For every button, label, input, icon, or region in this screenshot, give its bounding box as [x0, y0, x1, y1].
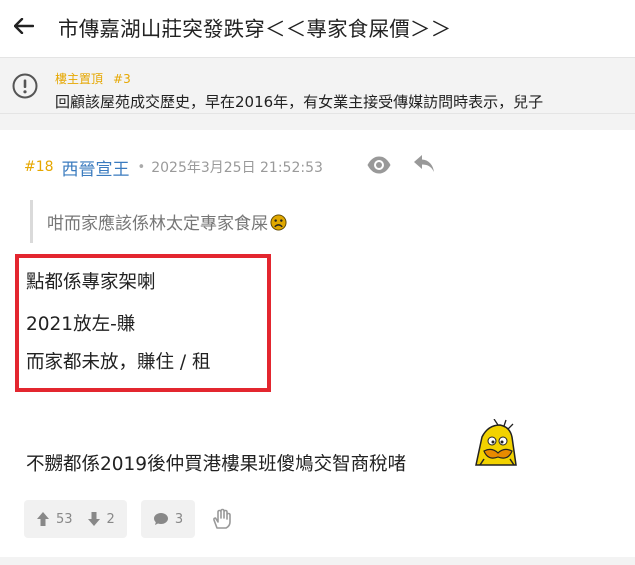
upvote-button[interactable]: 53 — [36, 511, 73, 527]
back-button[interactable] — [12, 14, 36, 38]
highlight-line-3: 而家都未放，賺住 / 租 — [26, 352, 211, 373]
quote-text: 咁而家應該係林太定專家食屎 — [47, 209, 287, 234]
action-bar: 53 2 3 — [24, 500, 233, 538]
pinned-floor[interactable]: #3 — [113, 72, 131, 86]
pinned-text: 回顧該屋苑成交歷史，早在2016年，有女業主接受傳媒訪問時表示，兒子 — [55, 93, 544, 111]
pinned-reply-bar[interactable]: 樓主置頂 #3 回顧該屋苑成交歷史，早在2016年，有女業主接受傳媒訪問時表示，兒… — [0, 57, 635, 114]
thumb-down-icon — [87, 512, 100, 526]
post-header: #18 西晉宣王 • 2025年3月25日 21:52:53 — [24, 155, 323, 180]
post-timestamp: 2025年3月25日 21:52:53 — [151, 160, 323, 176]
post-username[interactable]: 西晉宣王 — [62, 155, 130, 180]
thumb-up-icon — [37, 512, 49, 526]
bottom-divider — [0, 557, 635, 565]
pencil-emoji-icon — [475, 419, 517, 466]
comment-button[interactable]: 3 — [140, 500, 196, 538]
downvote-button[interactable]: 2 — [87, 511, 115, 527]
top-bar: 市傳嘉湖山莊突發跌穿＜＜專家食屎價＞＞ — [0, 0, 635, 57]
page-title: 市傳嘉湖山莊突發跌穿＜＜專家食屎價＞＞ — [58, 17, 452, 41]
block-button[interactable] — [211, 508, 233, 530]
comment-count: 3 — [174, 511, 184, 527]
eye-icon — [367, 156, 391, 174]
post-floor[interactable]: #18 — [24, 159, 54, 175]
sad-face-icon — [270, 214, 287, 231]
highlight-line-2: 2021放左-賺 — [26, 314, 136, 335]
downvote-count: 2 — [106, 511, 115, 527]
comment-icon — [153, 513, 168, 525]
upvote-count: 53 — [56, 511, 73, 527]
pinned-label-row: 樓主置頂 #3 — [55, 70, 131, 87]
info-icon — [12, 73, 38, 99]
back-arrow-icon — [14, 18, 34, 34]
highlight-line-1: 點都係專家架喇 — [26, 272, 156, 293]
view-button[interactable] — [366, 155, 392, 175]
reply-icon — [414, 155, 434, 172]
vote-group: 53 2 — [24, 500, 127, 538]
pinned-label: 樓主置頂 — [55, 72, 104, 86]
hand-icon — [213, 508, 231, 529]
quote-block: 咁而家應該係林太定專家食屎 — [30, 200, 590, 243]
quote-content: 咁而家應該係林太定專家食屎 — [47, 214, 268, 234]
meta-separator: • — [137, 159, 146, 175]
divider-strip — [0, 114, 635, 130]
reply-button[interactable] — [412, 153, 436, 175]
post-closing-text: 不嬲都係2019後仲買港樓果班傻鳩交智商稅啫 — [26, 454, 407, 475]
